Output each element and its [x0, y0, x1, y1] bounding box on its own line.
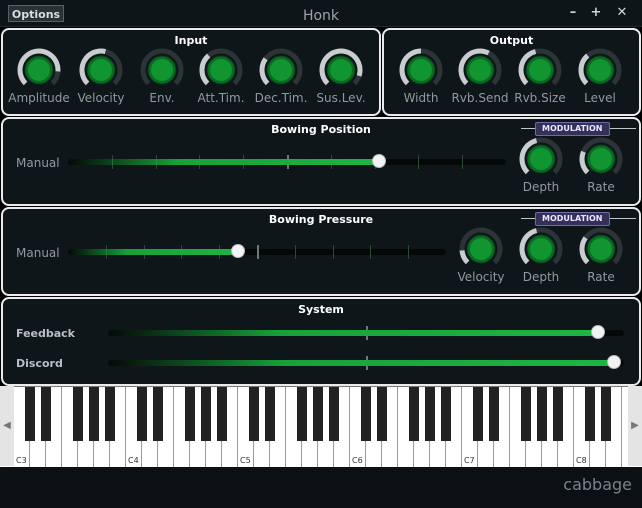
piano-black-key[interactable]: [249, 387, 259, 441]
bowing-position-slider[interactable]: [68, 154, 506, 169]
octave-label: C3: [16, 456, 27, 465]
bowing-pressure-depth-knob[interactable]: [519, 227, 563, 271]
bowing-position-rate-knob[interactable]: [579, 137, 623, 181]
modulation-divider: [610, 128, 636, 129]
feedback-label: Feedback: [16, 327, 75, 340]
piano-black-key[interactable]: [441, 387, 451, 441]
input-velocity-knob[interactable]: [79, 48, 123, 92]
maximize-button[interactable]: +: [588, 5, 604, 20]
discord-slider[interactable]: [108, 355, 624, 370]
bowing-pressure-modulation-badge: MODULATION: [535, 212, 610, 226]
bowing-pressure-rate-label: Rate: [587, 270, 615, 284]
slider-tick: [295, 245, 296, 259]
bowing-pressure-slider[interactable]: [68, 244, 446, 259]
slider-tick: [333, 245, 334, 259]
piano-black-key[interactable]: [25, 387, 35, 441]
bowing-pressure-rate-knob[interactable]: [579, 227, 623, 271]
modulation-divider: [521, 128, 535, 129]
octave-label: C4: [128, 456, 139, 465]
piano-black-key[interactable]: [73, 387, 83, 441]
bowing-position-rate-label: Rate: [587, 180, 615, 194]
discord-thumb[interactable]: [607, 355, 621, 369]
piano-black-key[interactable]: [601, 387, 611, 441]
octave-label: C8: [576, 456, 587, 465]
piano-keyboard[interactable]: C3 C4 C5 C6 C7 C8: [0, 386, 642, 467]
modulation-divider: [521, 218, 535, 219]
piano-black-key[interactable]: [377, 387, 387, 441]
piano-black-key[interactable]: [489, 387, 499, 441]
piano-black-key[interactable]: [201, 387, 211, 441]
cabbage-logo: cabbage: [563, 475, 632, 494]
piano-black-key[interactable]: [553, 387, 563, 441]
input-sus-lev-label: Sus.Lev.: [316, 91, 366, 105]
footer-bar: [0, 467, 642, 508]
octave-label: C5: [240, 456, 251, 465]
piano-black-key[interactable]: [217, 387, 227, 441]
input-env-knob[interactable]: [140, 48, 184, 92]
keyboard-scroll-left-button[interactable]: ◀: [0, 386, 14, 466]
title-bar: Options Honk – + ✕: [0, 0, 642, 27]
octave-label: C6: [352, 456, 363, 465]
piano-black-key[interactable]: [41, 387, 51, 441]
close-button[interactable]: ✕: [614, 5, 630, 20]
piano-black-key[interactable]: [137, 387, 147, 441]
bowing-position-manual-label: Manual: [16, 156, 60, 170]
output-level-knob[interactable]: [578, 48, 622, 92]
bowing-pressure-thumb[interactable]: [231, 244, 245, 258]
piano-black-key[interactable]: [265, 387, 275, 441]
input-amplitude-knob[interactable]: [17, 48, 61, 92]
piano-black-key[interactable]: [313, 387, 323, 441]
piano-black-key[interactable]: [361, 387, 371, 441]
slider-tick: [462, 155, 463, 169]
discord-label: Discord: [16, 357, 63, 370]
output-width-knob[interactable]: [399, 48, 443, 92]
piano-black-key[interactable]: [409, 387, 419, 441]
slider-tick: [257, 245, 259, 259]
input-dec-tim-knob[interactable]: [259, 48, 303, 92]
piano-black-key[interactable]: [329, 387, 339, 441]
keyboard-scroll-right-button[interactable]: ▶: [628, 386, 642, 466]
piano-black-key[interactable]: [153, 387, 163, 441]
minimize-button[interactable]: –: [565, 5, 581, 20]
system-panel: System: [1, 297, 641, 386]
slider-tick: [418, 155, 419, 169]
piano-black-key[interactable]: [425, 387, 435, 441]
piano-black-key[interactable]: [473, 387, 483, 441]
bowing-position-thumb[interactable]: [372, 154, 386, 168]
input-sus-lev-knob[interactable]: [319, 48, 363, 92]
bowing-position-modulation-badge: MODULATION: [535, 122, 610, 136]
modulation-divider: [610, 218, 636, 219]
output-panel-title: Output: [489, 34, 534, 47]
bowing-pressure-fill: [68, 249, 238, 255]
octave-label: C7: [464, 456, 475, 465]
piano-black-key[interactable]: [105, 387, 115, 441]
piano-black-key[interactable]: [89, 387, 99, 441]
input-att-tim-knob[interactable]: [199, 48, 243, 92]
slider-tick: [408, 245, 409, 259]
feedback-slider[interactable]: [108, 325, 624, 340]
slider-tick: [370, 245, 371, 259]
bowing-pressure-velocity-knob[interactable]: [459, 227, 503, 271]
feedback-thumb[interactable]: [591, 325, 605, 339]
window-title: Honk: [302, 8, 340, 24]
piano-black-key[interactable]: [185, 387, 195, 441]
system-title: System: [298, 303, 344, 316]
piano-black-key[interactable]: [521, 387, 531, 441]
bowing-position-fill: [68, 159, 379, 165]
piano-black-key[interactable]: [537, 387, 547, 441]
feedback-fill: [108, 330, 598, 336]
output-rvb-size-knob[interactable]: [518, 48, 562, 92]
bowing-position-depth-knob[interactable]: [519, 137, 563, 181]
output-level-label: Level: [584, 91, 616, 105]
piano-black-key[interactable]: [585, 387, 595, 441]
input-panel-title: Input: [174, 34, 208, 47]
output-rvb-send-knob[interactable]: [458, 48, 502, 92]
piano-black-key[interactable]: [297, 387, 307, 441]
discord-fill: [108, 360, 614, 366]
bowing-pressure-manual-label: Manual: [16, 246, 60, 260]
